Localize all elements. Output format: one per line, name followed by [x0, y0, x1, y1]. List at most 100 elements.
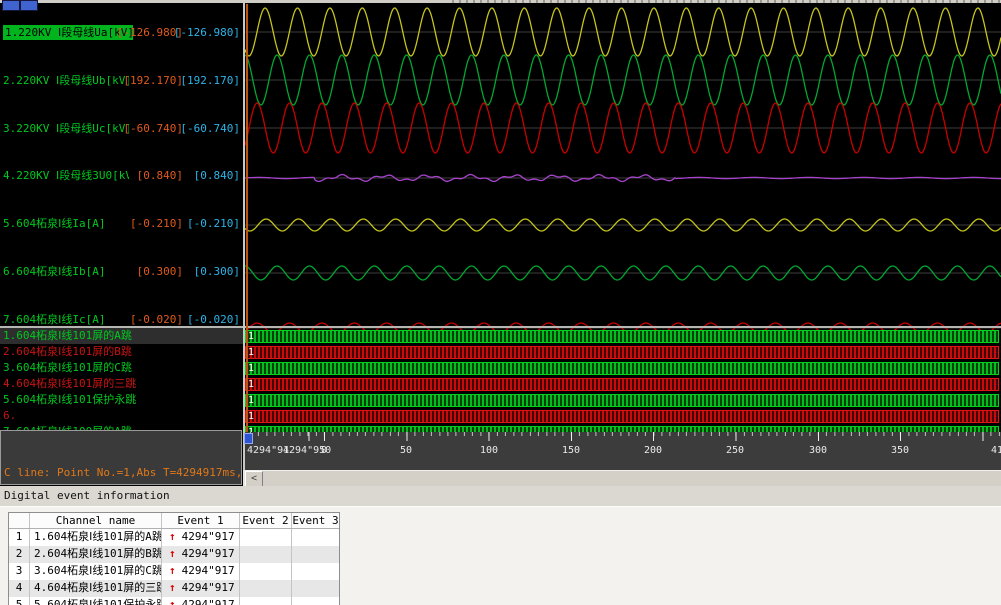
event-1-time: 4294"917 ms [182, 547, 239, 560]
digital-state-value: 1 [248, 379, 254, 390]
digital-trace-bar: 1 [245, 346, 999, 359]
analog-cursor-value-1: [-0.210] [130, 216, 183, 231]
analog-channel-label: 7.604柘泉Ⅰ线Ic[A] [3, 312, 105, 327]
event-2-cell [239, 597, 291, 605]
event-1-cell: ↑ 4294"917 ms [161, 546, 239, 563]
digital-channel-row[interactable]: 6. [0, 408, 243, 424]
rising-edge-arrow-icon: ↑ [169, 598, 176, 605]
analog-digital-separator [0, 326, 1001, 328]
event-1-time: 4294"917 ms [182, 598, 239, 605]
event-table-zone: Channel name Event 1 Event 2 Event 3 11.… [0, 507, 1001, 605]
analog-cursor-value-2: [-60.740] [180, 121, 240, 136]
digital-channel-row[interactable]: 1.604柘泉Ⅰ线101屏的A跳 [0, 328, 243, 344]
c-cursor-line[interactable] [246, 4, 248, 432]
section-title: Digital event information [4, 489, 170, 502]
event-2-cell [239, 529, 291, 546]
title-text-sliver [452, 0, 1001, 3]
time-axis-tick-label: 0 [321, 445, 327, 456]
digital-trace-bar: 1 [245, 378, 999, 391]
event-3-cell [291, 597, 339, 605]
analog-cursor-value-1: [0.840] [137, 168, 183, 183]
event-row-number: 3 [9, 563, 29, 580]
analog-channel-row[interactable]: 1.220KV Ⅰ段母线Ua[kV][-126.980][-126.980] [0, 25, 243, 41]
event-channel-name: 2.604柘泉Ⅰ线101屏的B跳 [29, 546, 161, 563]
event-1-time: 4294"917 ms [182, 530, 239, 543]
analog-channel-label: 4.220KV Ⅰ段母线3U0[kV] [3, 168, 129, 183]
event-1-cell: ↑ 4294"917 ms [161, 529, 239, 546]
analog-channel-row[interactable]: 5.604柘泉Ⅰ线Ia[A] [-0.210] [-0.210] [0, 216, 243, 232]
panel-divider[interactable] [243, 3, 245, 470]
header-channel-name: Channel name [29, 513, 161, 528]
event-2-cell [239, 580, 291, 597]
digital-state-value: 1 [248, 363, 254, 374]
analog-cursor-value-2: [-0.210] [187, 216, 240, 231]
digital-state-value: 1 [248, 347, 254, 358]
analog-cursor-value-2: [-0.020] [187, 312, 240, 327]
time-axis-tick-label: 250 [726, 445, 744, 456]
horizontal-scrollbar[interactable]: < [245, 470, 1001, 486]
analog-channel-label: 3.220KV Ⅰ段母线Uc[kV] [3, 121, 129, 136]
analog-channel-row[interactable]: 3.220KV Ⅰ段母线Uc[kV][-60.740][-60.740] [0, 121, 243, 137]
header-event-2: Event 2 [239, 513, 291, 528]
digital-trace-bar: 1 [245, 362, 999, 375]
analog-channel-row[interactable]: 2.220KV Ⅰ段母线Ub[kV][192.170][192.170] [0, 73, 243, 89]
time-axis-tick-label: 50 [400, 445, 412, 456]
event-3-cell [291, 580, 339, 597]
time-axis-tick-label: 350 [891, 445, 909, 456]
analog-cursor-value-2: [192.170] [180, 73, 240, 88]
time-axis-tick-label: 150 [562, 445, 580, 456]
cursor-marker-handle[interactable] [244, 433, 253, 444]
analog-channel-label: 5.604柘泉Ⅰ线Ia[A] [3, 216, 105, 231]
header-event-1: Event 1 [161, 513, 239, 528]
event-3-cell [291, 529, 339, 546]
time-axis-tick-label: 100 [480, 445, 498, 456]
event-channel-name: 1.604柘泉Ⅰ线101屏的A跳 [29, 529, 161, 546]
analog-cursor-value-1: [0.300] [137, 264, 183, 279]
event-channel-name: 3.604柘泉Ⅰ线101屏的C跳 [29, 563, 161, 580]
event-2-cell [239, 563, 291, 580]
digital-channel-row[interactable]: 5.604柘泉Ⅰ线101保护永跳 [0, 392, 243, 408]
digital-channel-row[interactable]: 3.604柘泉Ⅰ线101屏的C跳 [0, 360, 243, 376]
event-channel-name: 4.604柘泉Ⅰ线101屏的三跳 [29, 580, 161, 597]
toolbar-button-1[interactable] [2, 0, 20, 11]
title-bar-sliver [0, 0, 1001, 3]
time-axis-tick-label: 300 [809, 445, 827, 456]
event-1-time: 4294"917 ms [182, 564, 239, 577]
event-table-row[interactable]: 11.604柘泉Ⅰ线101屏的A跳 ↑ 4294"917 ms [9, 529, 339, 546]
digital-trace-area: 1111111 [245, 330, 1001, 432]
time-axis-tick-label: 41 [991, 445, 1001, 456]
toolbar-button-2[interactable] [20, 0, 38, 11]
rising-edge-arrow-icon: ↑ [169, 530, 176, 543]
event-row-number: 5 [9, 597, 29, 605]
digital-state-value: 1 [248, 331, 254, 342]
event-table-row[interactable]: 33.604柘泉Ⅰ线101屏的C跳 ↑ 4294"917 ms [9, 563, 339, 580]
time-ruler[interactable] [245, 432, 1001, 443]
analog-channel-row[interactable]: 6.604柘泉Ⅰ线Ib[A][0.300][0.300] [0, 264, 243, 280]
event-channel-name: 5.604柘泉Ⅰ线101保护永跳 [29, 597, 161, 605]
event-1-time: 4294"917 ms [182, 581, 239, 594]
event-2-cell [239, 546, 291, 563]
analog-channel-label: 2.220KV Ⅰ段母线Ub[kV] [3, 73, 129, 88]
event-table-row[interactable]: 22.604柘泉Ⅰ线101屏的B跳 ↑ 4294"917 ms [9, 546, 339, 563]
digital-state-value: 1 [248, 395, 254, 406]
event-table-row[interactable]: 55.604柘泉Ⅰ线101保护永跳 ↑ 4294"917 ms [9, 597, 339, 605]
analog-channel-row[interactable]: 4.220KV Ⅰ段母线3U0[kV][0.840][0.840] [0, 168, 243, 184]
digital-event-table: Channel name Event 1 Event 2 Event 3 11.… [8, 512, 340, 605]
event-row-number: 2 [9, 546, 29, 563]
rising-edge-arrow-icon: ↑ [169, 564, 176, 577]
event-1-cell: ↑4294"917 ms [161, 580, 239, 597]
event-row-number: 1 [9, 529, 29, 546]
rising-edge-arrow-icon: ↑ [169, 547, 176, 560]
digital-channel-row[interactable]: 2.604柘泉Ⅰ线101屏的B跳 [0, 344, 243, 360]
analog-channel-label: 6.604柘泉Ⅰ线Ib[A] [3, 264, 105, 279]
event-3-cell [291, 546, 339, 563]
digital-channel-row[interactable]: 4.604柘泉Ⅰ线101屏的三跳 [0, 376, 243, 392]
analog-channel-label: 1.220KV Ⅰ段母线Ua[kV] [3, 25, 133, 40]
digital-state-value: 1 [248, 411, 254, 422]
channel-label-panel: 1.220KV Ⅰ段母线Ua[kV][-126.980][-126.980] 2.… [0, 3, 243, 486]
event-table-row[interactable]: 44.604柘泉Ⅰ线101屏的三跳↑4294"917 ms [9, 580, 339, 597]
cursor-status-panel: C line: Point No.=1,Abs T=4294917ms, Rel… [0, 430, 242, 485]
fault-recorder-window: 1.220KV Ⅰ段母线Ua[kV][-126.980][-126.980] 2.… [0, 0, 1001, 605]
event-3-cell [291, 563, 339, 580]
analog-cursor-value-1: [-0.020] [130, 312, 183, 327]
